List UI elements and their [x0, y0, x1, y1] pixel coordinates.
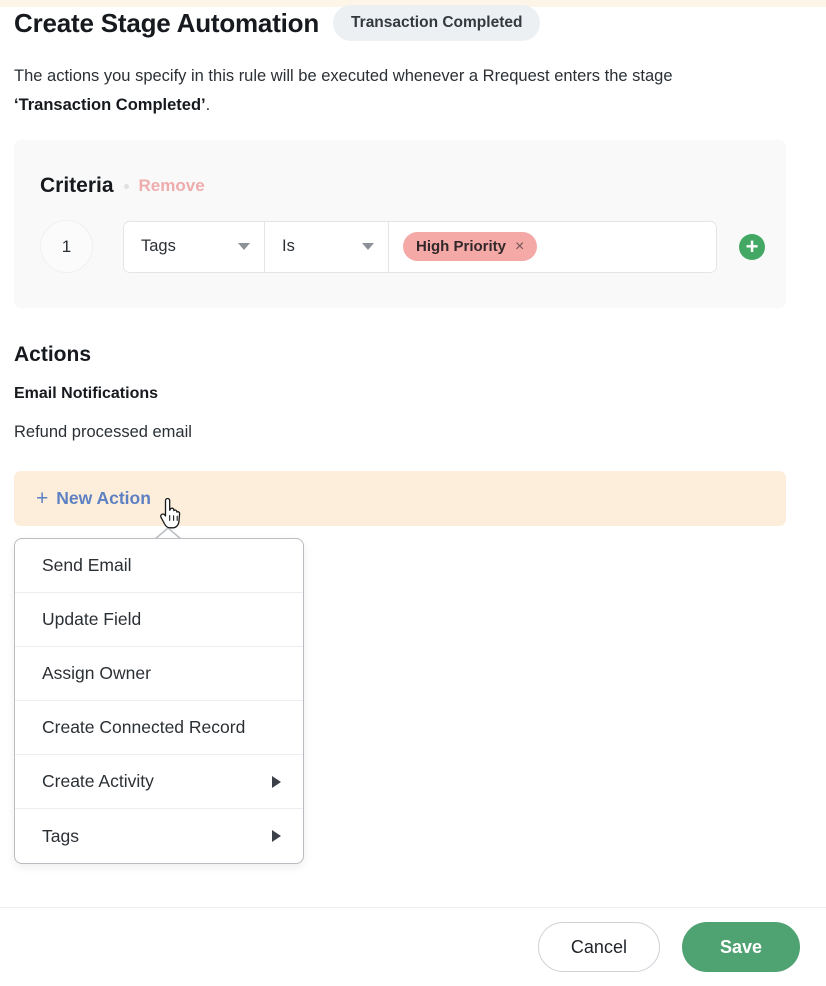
chevron-down-icon [362, 243, 374, 250]
email-notifications-title: Email Notifications [14, 385, 159, 402]
stage-badge: Transaction Completed [333, 5, 541, 41]
dot-separator-icon [123, 183, 129, 189]
menu-item-assign-owner[interactable]: Assign Owner [15, 647, 303, 701]
criteria-title: Criteria [40, 174, 114, 197]
criteria-operator-select[interactable]: Is [265, 221, 389, 272]
criteria-row: 1 Tags Is High Priority × + [40, 220, 765, 273]
remove-criteria-link[interactable]: Remove [139, 176, 205, 196]
menu-item-label: Tags [42, 825, 79, 846]
chevron-down-icon [238, 243, 250, 250]
plus-icon: + [36, 487, 49, 510]
menu-item-label: Create Connected Record [42, 717, 246, 737]
criteria-value-chip[interactable]: High Priority × [403, 232, 538, 261]
new-action-label: New Action [56, 488, 151, 508]
chevron-right-icon [272, 775, 281, 788]
menu-item-send-email[interactable]: Send Email [15, 539, 303, 593]
stage-automation-page: Create Stage Automation Transaction Comp… [0, 0, 826, 986]
add-criteria-button[interactable]: + [739, 233, 765, 260]
actions-title: Actions [14, 343, 92, 366]
criteria-field-select[interactable]: Tags [124, 221, 265, 272]
menu-item-label: Create Activity [42, 771, 154, 791]
new-action-label-group: + New Action [36, 488, 151, 509]
criteria-header: Criteria Remove [40, 174, 205, 198]
rule-description: The actions you specify in this rule wil… [14, 62, 714, 120]
cancel-button[interactable]: Cancel [537, 922, 660, 972]
save-button[interactable]: Save [681, 922, 800, 972]
new-action-menu: Send Email Update Field Assign Owner Cre… [14, 538, 304, 864]
new-action-button[interactable]: + New Action [14, 471, 786, 526]
menu-item-tags[interactable]: Tags [15, 809, 303, 863]
rule-description-stage: ‘Transaction Completed’ [14, 96, 206, 114]
criteria-field-group: Tags Is High Priority × [123, 220, 717, 273]
criteria-card: Criteria Remove 1 Tags Is High Priority [14, 140, 786, 308]
criteria-value-chip-label: High Priority [416, 238, 507, 255]
menu-item-label: Send Email [42, 555, 132, 575]
criteria-field-value: Tags [141, 237, 176, 255]
criteria-value-input[interactable]: High Priority × [389, 221, 716, 272]
menu-item-create-activity[interactable]: Create Activity [15, 755, 303, 809]
menu-item-update-field[interactable]: Update Field [15, 593, 303, 647]
criteria-index-badge: 1 [40, 220, 93, 273]
menu-item-label: Assign Owner [42, 663, 151, 683]
footer-actions: Cancel Save [0, 908, 826, 986]
close-icon[interactable]: × [515, 238, 524, 255]
page-header: Create Stage Automation Transaction Comp… [14, 5, 541, 41]
criteria-operator-value: Is [282, 237, 295, 255]
menu-item-create-connected-record[interactable]: Create Connected Record [15, 701, 303, 755]
plus-icon: + [745, 233, 759, 259]
rule-description-period: . [205, 96, 211, 114]
rule-description-text: The actions you specify in this rule wil… [14, 67, 673, 85]
menu-item-label: Update Field [42, 609, 142, 629]
email-notification-item[interactable]: Refund processed email [14, 423, 192, 442]
chevron-right-icon [272, 830, 281, 842]
page-title: Create Stage Automation [14, 7, 320, 38]
